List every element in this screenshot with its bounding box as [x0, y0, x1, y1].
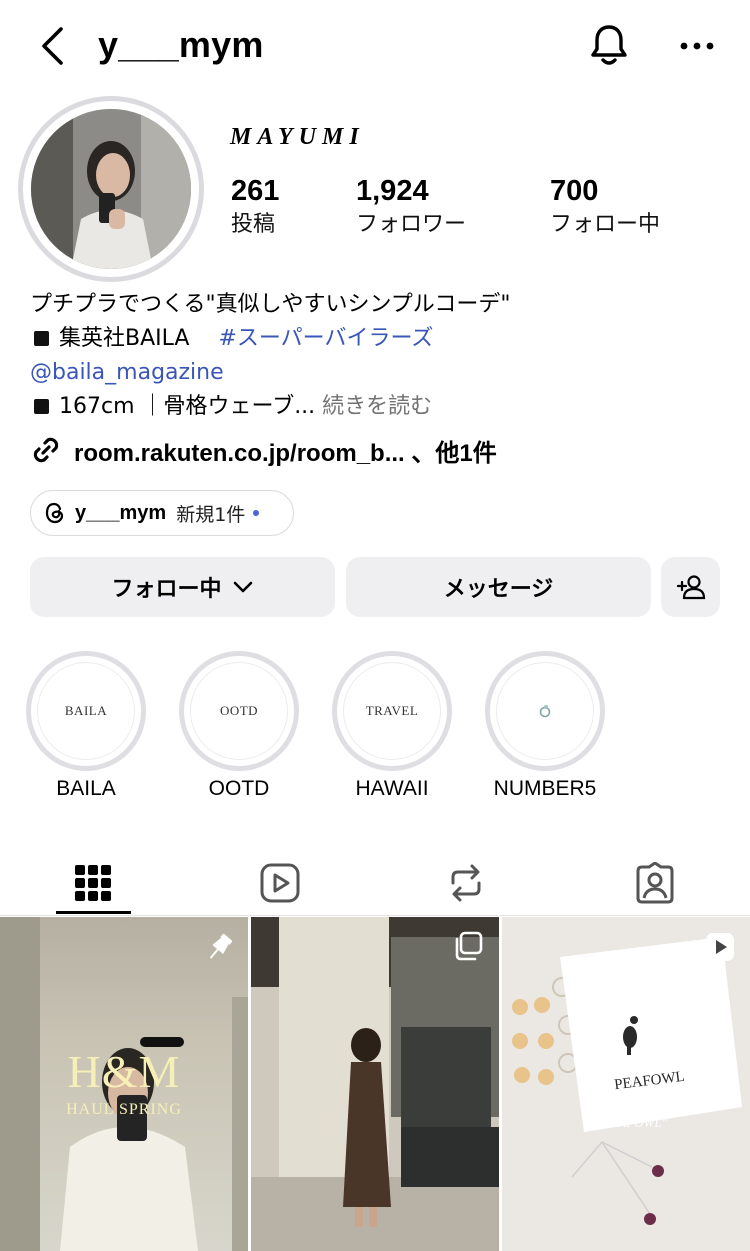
link-icon: [33, 437, 59, 463]
bio-line: プチプラでつくる"真似しやすいシンプルコーデ": [30, 292, 511, 317]
new-indicator-dot: [253, 510, 260, 516]
threads-badge[interactable]: y___mym 新規1件: [30, 490, 294, 536]
stat-label: フォロワー: [356, 212, 467, 237]
suggest-users-button[interactable]: [661, 557, 720, 617]
following-button[interactable]: フォロー中: [30, 557, 335, 617]
highlight-label: HAWAII: [355, 777, 429, 800]
threads-icon: [45, 502, 64, 524]
stat-value: 700: [550, 175, 599, 207]
highlight-label: NUMBER5: [493, 777, 597, 800]
highlight-cover: [485, 651, 605, 771]
post-overlay-title: H&M: [67, 1046, 181, 1097]
highlight-cover-text: TRAVEL: [343, 662, 441, 760]
avatar-photo: [31, 109, 191, 269]
highlight-hawaii[interactable]: TRAVEL HAWAII: [332, 651, 452, 801]
pin-icon: [209, 933, 233, 959]
carousel-icon: [455, 931, 483, 961]
profile-avatar[interactable]: [18, 96, 204, 282]
read-more-link[interactable]: 続きを読む: [322, 394, 432, 419]
highlight-label: OOTD: [208, 777, 270, 800]
threads-username: y___mym: [75, 501, 167, 524]
highlight-cover: TRAVEL: [332, 651, 452, 771]
followers-count[interactable]: 1,924 フォロワー: [356, 174, 466, 242]
ring-icon: [539, 705, 551, 718]
back-button[interactable]: [30, 22, 74, 70]
black-square-icon: [34, 331, 49, 346]
highlight-cover-image: [496, 662, 594, 760]
reposts-icon: [451, 864, 481, 902]
highlight-number5[interactable]: NUMBER5: [485, 651, 605, 801]
bell-icon: [591, 25, 627, 65]
external-link[interactable]: room.rakuten.co.jp/room_b... 、他1件: [30, 430, 497, 470]
mention-link[interactable]: @baila_magazine: [30, 360, 224, 385]
tab-posts[interactable]: [53, 852, 133, 914]
highlight-label: BAILA: [56, 777, 116, 800]
post-overlay-subtitle: "PEAFOWL": [597, 1115, 668, 1130]
post-image: PEAFOWL "PEAFOWL": [502, 917, 750, 1251]
reels-icon: [260, 863, 300, 903]
stat-value: 1,924: [356, 175, 429, 207]
grid-icon: [75, 865, 111, 901]
post-thumbnail[interactable]: H&M HAUL SPRING: [0, 917, 248, 1251]
reel-icon: [706, 933, 734, 961]
link-text: room.rakuten.co.jp/room_b... 、他1件: [74, 439, 497, 467]
tab-tagged[interactable]: [615, 852, 695, 914]
display-name: MAYUMI: [230, 124, 365, 150]
profile-username: y___mym: [98, 24, 264, 65]
message-label: メッセージ: [443, 577, 554, 602]
highlight-cover-text: OOTD: [190, 662, 288, 760]
message-button[interactable]: メッセージ: [346, 557, 651, 617]
bio: プチプラでつくる"真似しやすいシンプルコーデ" 集英社BAILA #スーパーバイ…: [30, 288, 730, 424]
tagged-icon: [636, 862, 674, 904]
post-image: [251, 917, 499, 1251]
following-label: フォロー中: [111, 577, 222, 602]
highlight-ootd[interactable]: OOTD OOTD: [179, 651, 299, 801]
post-thumbnail[interactable]: PEAFOWL "PEAFOWL": [502, 917, 750, 1251]
tab-reels[interactable]: [240, 852, 320, 914]
stat-label: フォロー中: [550, 212, 661, 237]
bio-line: 167cm ｜骨格ウェーブ... 続きを読む: [30, 390, 730, 424]
notifications-button[interactable]: [584, 20, 634, 70]
hashtag-link[interactable]: #スーパーバイラーズ: [218, 326, 433, 351]
posts-grid: H&M HAUL SPRING PEAFOWL "PEAFOWL": [0, 917, 750, 1251]
threads-new-count: 新規1件: [176, 503, 246, 526]
chevron-down-icon: [233, 581, 252, 593]
tab-reposts[interactable]: [426, 852, 506, 914]
bio-text: 167cm ｜骨格ウェーブ...: [59, 394, 316, 419]
bio-line: @baila_magazine: [30, 356, 730, 390]
bio-text: 集英社BAILA: [59, 326, 190, 351]
following-count[interactable]: 700 フォロー中: [550, 174, 660, 242]
post-thumbnail[interactable]: [251, 917, 499, 1251]
post-overlay-subtitle: HAUL SPRING: [66, 1101, 182, 1118]
posts-count[interactable]: 261 投稿: [231, 174, 279, 242]
black-square-icon: [34, 399, 49, 414]
add-user-icon: [676, 575, 705, 600]
highlight-cover: OOTD: [179, 651, 299, 771]
highlight-cover-text: BAILA: [37, 662, 135, 760]
ellipsis-icon: [680, 42, 714, 50]
highlight-cover: BAILA: [26, 651, 146, 771]
bio-line: 集英社BAILA #スーパーバイラーズ: [30, 322, 730, 356]
top-bar: y___mym: [0, 0, 750, 92]
chevron-left-icon: [42, 27, 63, 65]
stat-value: 261: [231, 175, 280, 207]
content-tabs: [0, 842, 750, 916]
more-options-button[interactable]: [672, 28, 722, 64]
highlight-baila[interactable]: BAILA BAILA: [26, 651, 146, 801]
stat-label: 投稿: [231, 212, 276, 237]
active-tab-indicator: [56, 911, 131, 914]
